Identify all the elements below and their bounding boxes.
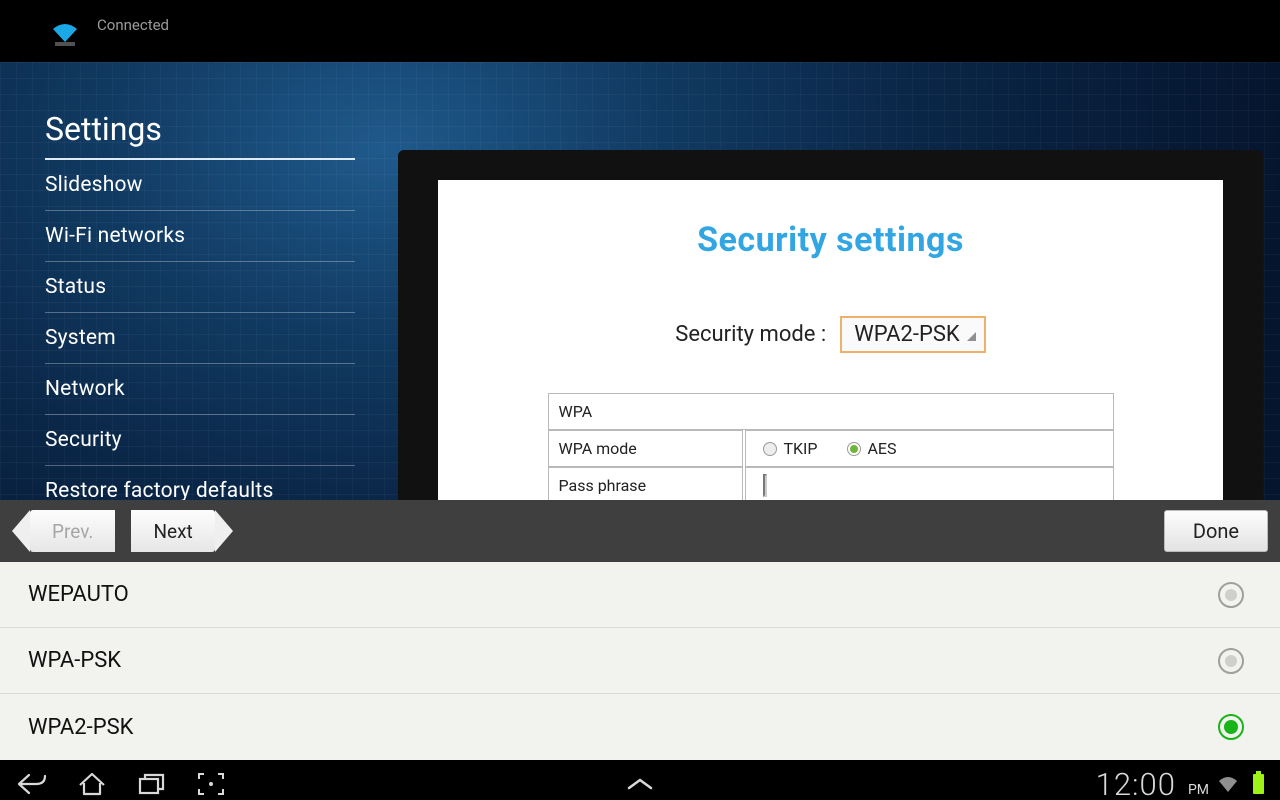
sidebar-item-system[interactable]: System — [45, 313, 355, 364]
recent-apps-icon[interactable] — [136, 771, 168, 797]
pass-phrase-cell — [745, 467, 1114, 500]
wpa-table-header: WPA — [548, 393, 1114, 430]
next-button[interactable]: Next — [131, 510, 214, 552]
android-system-bar: 12:00 PM — [0, 760, 1280, 800]
wifi-icon — [45, 16, 85, 46]
wizard-navbar: Prev. Next Done — [0, 500, 1280, 562]
radio-aes-label: AES — [867, 439, 896, 458]
content-frame: Security settings Security mode : WPA2-P… — [398, 150, 1263, 500]
next-button-label: Next — [153, 520, 192, 543]
clock-ampm: PM — [1188, 782, 1209, 798]
wpa-settings-table: WPA WPA mode TKIP AES Pass phrase Renewa… — [546, 393, 1116, 500]
pass-phrase-input[interactable] — [763, 474, 767, 497]
sidebar-item-network[interactable]: Network — [45, 364, 355, 415]
content-paper: Security settings Security mode : WPA2-P… — [438, 180, 1223, 500]
option-wpa2-psk-radio[interactable] — [1218, 714, 1244, 740]
clock-time: 12:00 — [1096, 766, 1176, 800]
option-wpa2-psk-label: WPA2-PSK — [28, 715, 133, 740]
security-mode-row: Security mode : WPA2-PSK — [438, 316, 1223, 353]
wpa-mode-label: WPA mode — [548, 430, 743, 467]
back-icon[interactable] — [16, 771, 48, 797]
option-wepauto-radio[interactable] — [1218, 582, 1244, 608]
dropdown-triangle-icon — [964, 329, 976, 341]
option-wepauto[interactable]: WEPAUTO — [0, 562, 1280, 628]
done-button-label: Done — [1193, 519, 1239, 543]
home-icon[interactable] — [76, 771, 108, 797]
app-topbar: Connected — [0, 0, 1280, 62]
security-mode-select[interactable]: WPA2-PSK — [840, 316, 985, 353]
done-button[interactable]: Done — [1164, 510, 1268, 552]
option-wpa-psk[interactable]: WPA-PSK — [0, 628, 1280, 694]
wifi-signal-icon — [1217, 774, 1239, 794]
wpa-mode-cell: TKIP AES — [745, 430, 1114, 467]
radio-tkip-label: TKIP — [783, 439, 817, 458]
option-wpa-psk-label: WPA-PSK — [28, 648, 121, 673]
prev-button-label: Prev. — [52, 520, 93, 543]
sidebar-item-slideshow[interactable]: Slideshow — [45, 160, 355, 211]
sysbar-left-icons — [16, 771, 226, 797]
sidebar-item-security[interactable]: Security — [45, 415, 355, 466]
option-wpa2-psk[interactable]: WPA2-PSK — [0, 694, 1280, 760]
main-area: Settings Slideshow Wi-Fi networks Status… — [0, 62, 1280, 500]
wifi-status-label: Connected — [97, 16, 169, 34]
sysbar-right[interactable]: 12:00 PM — [1096, 766, 1264, 800]
sidebar-item-status[interactable]: Status — [45, 262, 355, 313]
sidebar-item-wifi-networks[interactable]: Wi-Fi networks — [45, 211, 355, 262]
page-title: Security settings — [438, 220, 1223, 260]
option-wepauto-label: WEPAUTO — [28, 582, 129, 607]
radio-aes[interactable] — [847, 442, 861, 456]
expand-up-icon[interactable] — [625, 776, 655, 792]
radio-tkip[interactable] — [763, 442, 777, 456]
prev-button[interactable]: Prev. — [30, 510, 115, 552]
sidebar-title: Settings — [45, 110, 355, 160]
battery-icon — [1253, 774, 1264, 794]
screenshot-icon[interactable] — [196, 771, 226, 797]
settings-sidebar: Settings Slideshow Wi-Fi networks Status… — [45, 110, 355, 516]
dropdown-options-list: WEPAUTO WPA-PSK WPA2-PSK — [0, 562, 1280, 760]
pass-phrase-label: Pass phrase — [548, 467, 743, 500]
security-mode-label: Security mode : — [675, 322, 826, 347]
option-wpa-psk-radio[interactable] — [1218, 648, 1244, 674]
security-mode-value: WPA2-PSK — [854, 322, 959, 347]
wifi-status-block: Connected — [45, 16, 169, 46]
